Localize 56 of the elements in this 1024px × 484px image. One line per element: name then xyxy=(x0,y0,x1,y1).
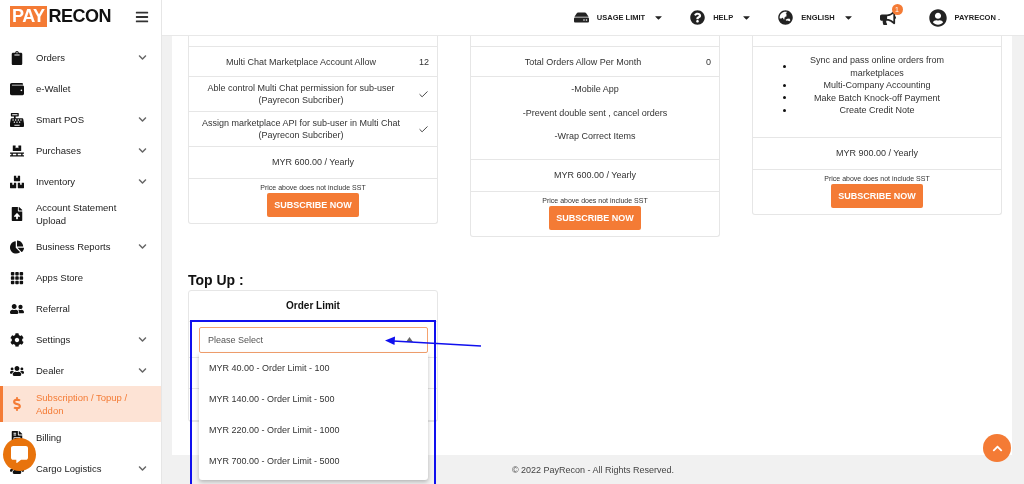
logo-text: RECON xyxy=(47,6,112,27)
sidebar-item[interactable]: Apps Store xyxy=(0,262,161,293)
upload-icon xyxy=(10,207,24,221)
menu-icon[interactable] xyxy=(135,9,149,24)
feature-text: -Wrap Correct Items xyxy=(553,130,637,143)
pie-chart-icon xyxy=(10,239,24,254)
copyright-text: © 2022 PayRecon - All Rights Reserved. xyxy=(511,464,675,475)
plan-price: MYR 600.00 / Yearly xyxy=(553,169,637,180)
sidebar-item[interactable]: Account Statement Upload xyxy=(0,197,161,231)
users-icon xyxy=(10,301,24,316)
plan-price: MYR 600.00 / Yearly xyxy=(271,157,355,167)
dropdown-option[interactable]: MYR 220.00 - Order Limit - 1000 xyxy=(199,414,428,446)
chat-icon xyxy=(11,446,28,463)
settings-icon xyxy=(10,332,24,347)
caret-icon xyxy=(406,337,413,342)
sidebar-item[interactable]: Referral xyxy=(0,293,161,324)
sidebar-item[interactable]: Smart POS xyxy=(0,104,161,135)
feature-label: Total Orders Allow Per Month xyxy=(523,55,643,68)
feature-text: Make Batch Knock-off Payment xyxy=(813,91,941,104)
sidebar-item[interactable]: e-Wallet xyxy=(0,73,161,104)
boxes-icon xyxy=(10,174,24,189)
feature-text: Sync and pass online orders from marketplaces xyxy=(808,54,946,79)
sidebar-item[interactable]: Settings xyxy=(0,324,161,355)
dropdown-option[interactable]: MYR 40.00 - Order Limit - 100 xyxy=(199,352,428,384)
feature-label: Able control Multi Chat permission for sub-user (Payrecon Subcriber) xyxy=(206,82,396,106)
cash-register-icon xyxy=(10,112,24,127)
help-icon xyxy=(690,10,706,25)
sidebar-item[interactable]: Purchases xyxy=(0,135,161,166)
feature-label: Assign marketplace API for sub-user in Multi Chat (Payrecon Subcriber) xyxy=(200,117,402,141)
drive-icon xyxy=(573,10,589,25)
feature-text: Multi-Company Accounting xyxy=(822,79,932,92)
section-title: Top Up : xyxy=(188,271,245,288)
pallet-icon xyxy=(10,143,24,158)
sidebar-item[interactable]: Inventory xyxy=(0,166,161,197)
select-field[interactable]: Please Select xyxy=(199,326,428,353)
sidebar-item[interactable]: Business Reports xyxy=(0,231,161,262)
dropdown-option[interactable]: MYR 700.00 - Order Limit - 5000 xyxy=(199,445,428,477)
sidebar-item[interactable]: Dealer xyxy=(0,355,161,386)
grid-icon xyxy=(10,270,24,285)
feature-value: 12 xyxy=(419,56,429,67)
clipboard-icon xyxy=(10,50,24,65)
sidebar-item[interactable]: Orders xyxy=(0,42,161,73)
globe-icon xyxy=(778,10,794,25)
dropdown-option[interactable]: MYR 140.00 - Order Limit - 500 xyxy=(199,383,428,415)
wallet-icon xyxy=(10,81,24,96)
feature-label: Multi Chat Marketplace Account Allow xyxy=(224,55,378,68)
feature-text: -Prevent double sent , cancel orders xyxy=(521,106,669,119)
users-icon xyxy=(10,363,24,378)
dollar-icon xyxy=(10,397,24,411)
plan-price: MYR 900.00 / Yearly xyxy=(835,147,919,158)
feature-text: Create Credit Note xyxy=(838,104,916,117)
feature-value: 0 xyxy=(706,56,711,67)
feature-text: -Mobile App xyxy=(570,83,620,96)
logo-mark: PAY xyxy=(10,6,47,27)
avatar-icon xyxy=(928,8,947,27)
card-title: Order Limit xyxy=(286,300,340,311)
